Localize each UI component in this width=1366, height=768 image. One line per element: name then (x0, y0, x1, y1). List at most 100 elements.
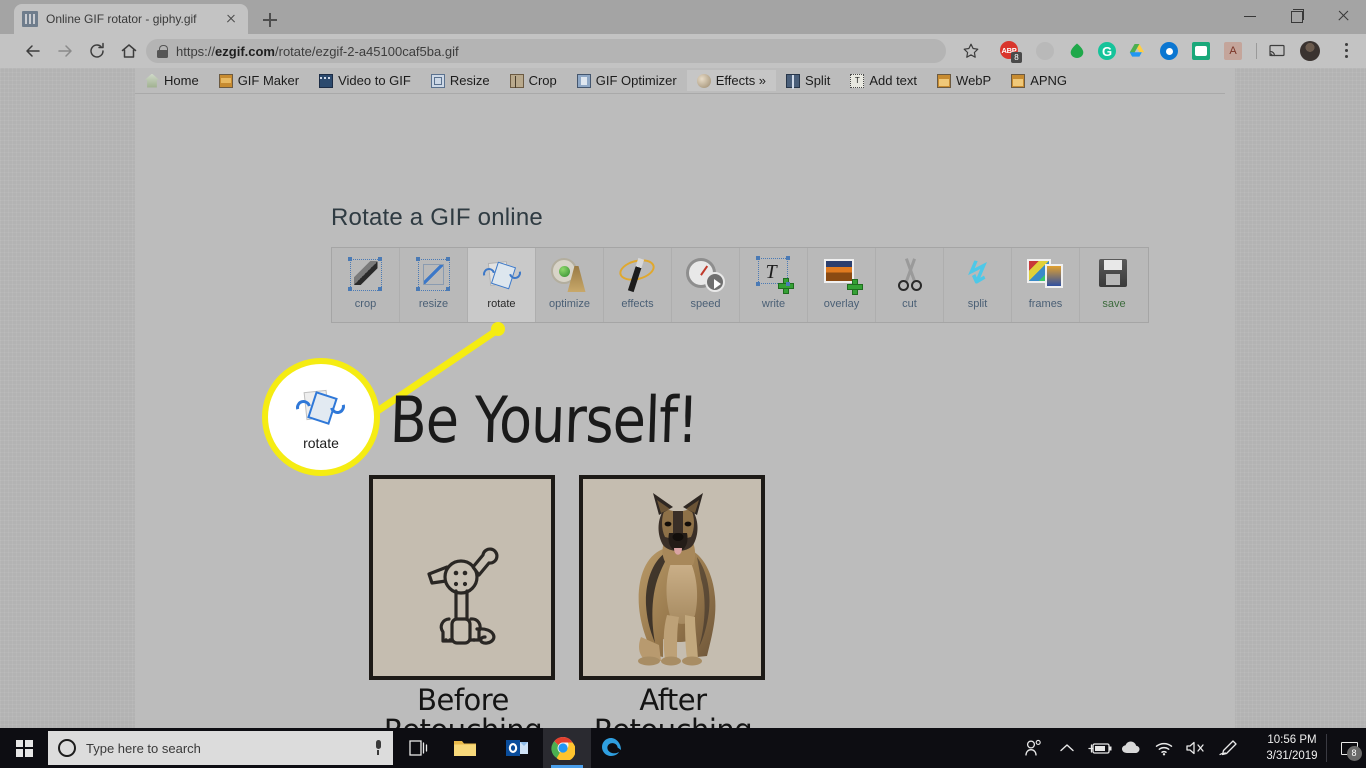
people-icon[interactable] (1020, 728, 1046, 768)
microphone-icon[interactable] (373, 740, 383, 756)
green-teardrop-icon[interactable] (1068, 42, 1086, 60)
tool-speed[interactable]: speed (672, 248, 740, 322)
tool-crop[interactable]: crop (332, 248, 400, 322)
minimize-icon[interactable] (1228, 0, 1274, 32)
tool-label: crop (354, 298, 377, 310)
battery-charging-icon[interactable] (1087, 728, 1113, 768)
file-explorer-icon[interactable] (445, 732, 485, 764)
nav-label: APNG (1030, 73, 1068, 88)
address-bar[interactable]: https://ezgif.com/rotate/ezgif-2-a45100c… (146, 39, 946, 63)
adblock-icon[interactable]: ABP 8 (1000, 41, 1022, 63)
german-shepherd-photo (638, 493, 716, 666)
outlook-icon[interactable] (497, 732, 537, 764)
edge-icon[interactable] (592, 732, 632, 764)
save-floppy-icon (1091, 254, 1137, 296)
grammarly-icon[interactable]: G (1098, 42, 1116, 60)
volume-muted-icon[interactable] (1183, 728, 1209, 768)
bookmark-star-icon[interactable] (962, 42, 980, 60)
new-tab-button[interactable] (258, 8, 282, 32)
sidebar-item-gif-maker[interactable]: GIF Maker (209, 70, 309, 91)
gif-preview: Be Yourself! Before After (331, 358, 851, 728)
browser-tab[interactable]: Online GIF rotator - giphy.gif (14, 4, 248, 34)
home-icon[interactable] (116, 38, 142, 64)
onedrive-cloud-icon[interactable] (1119, 728, 1145, 768)
task-view-icon[interactable] (398, 732, 438, 764)
tool-frames[interactable]: frames (1012, 248, 1080, 322)
rotate-icon (479, 254, 525, 296)
caption-line-1: After (639, 683, 707, 717)
kebab-menu-icon[interactable] (1338, 42, 1354, 60)
speed-icon (683, 254, 729, 296)
gray-circle-icon[interactable] (1036, 42, 1054, 60)
tool-label: split (967, 298, 988, 310)
tab-title: Online GIF rotator - giphy.gif (46, 12, 197, 26)
tool-rotate[interactable]: rotate (468, 248, 536, 322)
tool-split[interactable]: ↯ split (944, 248, 1012, 322)
tool-strip: crop resize rotate optimize effects spee… (331, 247, 1149, 323)
home-icon (145, 73, 159, 88)
tool-cut[interactable]: cut (876, 248, 944, 322)
sidebar-item-video-to-gif[interactable]: Video to GIF (309, 70, 421, 91)
search-input[interactable]: Type here to search (48, 731, 393, 765)
sidebar-item-add-text[interactable]: T Add text (840, 70, 927, 91)
close-icon[interactable] (1320, 0, 1366, 32)
windows-taskbar: Type here to search 10:56 PM 3/31/2019 8 (0, 728, 1366, 768)
wifi-icon[interactable] (1151, 728, 1177, 768)
sidebar-item-split[interactable]: Split (776, 70, 840, 91)
arrow-right-icon[interactable] (52, 38, 78, 64)
nav-label: GIF Maker (237, 73, 300, 88)
gif-headline: Be Yourself! (388, 383, 699, 458)
cast-icon[interactable] (1268, 42, 1286, 60)
optimizer-icon (576, 73, 591, 88)
tool-effects[interactable]: effects (604, 248, 672, 322)
sidebar-item-gif-optimizer[interactable]: GIF Optimizer (567, 70, 687, 91)
tool-label: save (1102, 298, 1126, 310)
notification-icon[interactable]: 8 (1334, 728, 1364, 768)
chevron-up-icon[interactable] (1055, 728, 1079, 768)
doodle-dog-illustration (427, 547, 499, 645)
blue-circle-icon[interactable] (1160, 42, 1178, 60)
tool-optimize[interactable]: optimize (536, 248, 604, 322)
page-viewport: Home GIF Maker Video to GIF Resize Crop … (0, 68, 1366, 728)
tool-resize[interactable]: resize (400, 248, 468, 322)
pen-icon[interactable] (1215, 728, 1241, 768)
nav-label: Add text (869, 73, 918, 88)
tool-label: rotate (487, 298, 516, 310)
caption-line-1: Before (417, 683, 509, 717)
teal-app-icon[interactable] (1192, 42, 1210, 60)
close-icon[interactable] (222, 10, 240, 28)
arrow-left-icon[interactable] (20, 38, 46, 64)
nav-label: Effects » (715, 73, 767, 88)
sidebar-item-resize[interactable]: Resize (421, 70, 500, 91)
lock-icon (156, 44, 168, 58)
clock[interactable]: 10:56 PM 3/31/2019 (1252, 728, 1332, 768)
tab-strip: Online GIF rotator - giphy.gif (0, 0, 1366, 34)
tool-label: speed (690, 298, 721, 310)
resize-icon (430, 73, 445, 88)
nav-label: Crop (528, 73, 557, 88)
sidebar-item-effects[interactable]: Effects » (686, 70, 777, 91)
split-icon: ↯ (962, 257, 988, 290)
nav-label: Resize (449, 73, 490, 88)
sidebar-item-crop[interactable]: Crop (500, 70, 567, 91)
windows-start-icon[interactable] (0, 728, 48, 768)
tool-overlay[interactable]: overlay (808, 248, 876, 322)
tool-save[interactable]: save (1080, 248, 1148, 322)
nav-label: Home (164, 73, 199, 88)
cortana-circle-icon (58, 739, 76, 757)
pdf-icon[interactable]: A (1224, 42, 1242, 60)
notification-bubble: 8 (1340, 741, 1362, 761)
profile-avatar[interactable] (1300, 41, 1320, 61)
restore-icon[interactable] (1274, 0, 1320, 32)
google-drive-icon[interactable] (1128, 42, 1146, 60)
split-icon (786, 73, 801, 89)
sidebar-item-apng[interactable]: APNG (1001, 70, 1077, 91)
chrome-icon[interactable] (543, 728, 591, 768)
sidebar-item-home[interactable]: Home (135, 70, 209, 91)
sidebar-item-webp[interactable]: WebP (927, 70, 1001, 91)
tool-write[interactable]: T write (740, 248, 808, 322)
video-icon (319, 73, 334, 88)
clock-date: 3/31/2019 (1266, 749, 1318, 762)
browser-toolbar: https://ezgif.com/rotate/ezgif-2-a45100c… (0, 34, 1366, 68)
reload-icon[interactable] (84, 38, 110, 64)
